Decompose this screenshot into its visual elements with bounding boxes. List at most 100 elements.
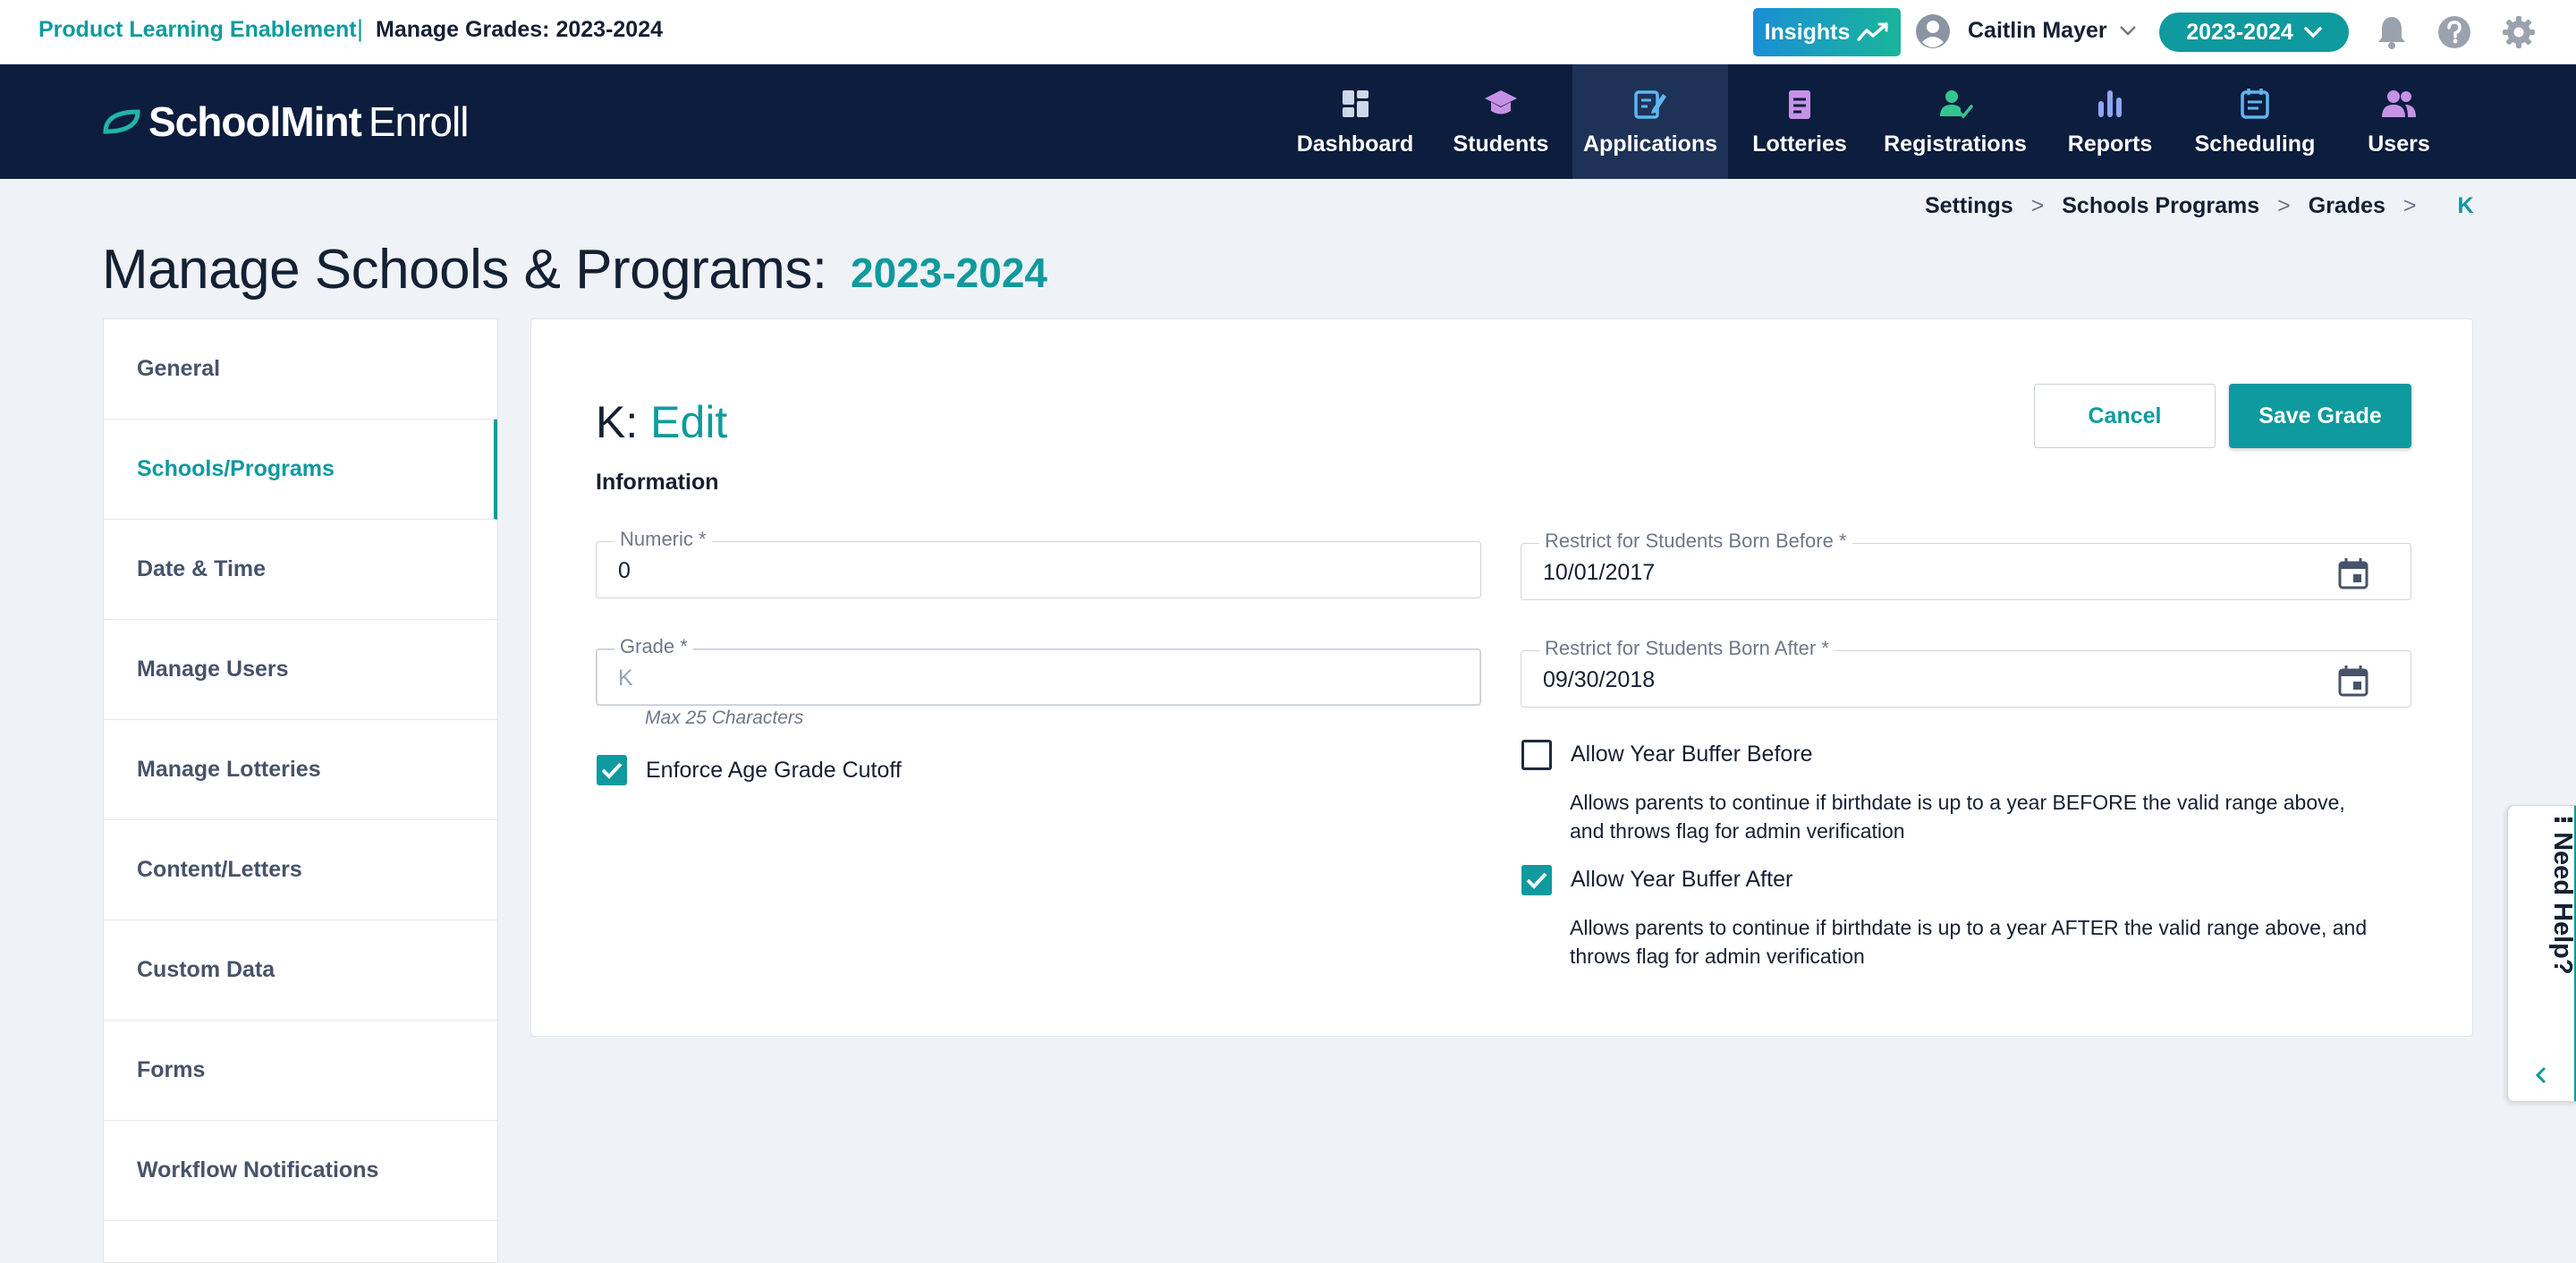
main-navigation: SchoolMint Enroll Dashboard Students App… <box>0 64 2576 179</box>
nav-dashboard[interactable]: Dashboard <box>1286 64 1424 179</box>
side-item-label: Schools/Programs <box>137 456 335 481</box>
year-buffer-before-label[interactable]: Allow Year Buffer Before <box>1571 742 1813 767</box>
cancel-button[interactable]: Cancel <box>2034 384 2216 448</box>
user-name[interactable]: Caitlin Mayer <box>1968 18 2107 44</box>
nav-label: Registrations <box>1884 131 2027 157</box>
breadcrumb-current: K <box>2457 193 2474 218</box>
year-selector[interactable]: 2023-2024 <box>2159 13 2349 52</box>
breadcrumb-schools-programs[interactable]: Schools Programs <box>2062 193 2259 219</box>
user-avatar-icon[interactable] <box>1914 13 1952 50</box>
chevron-down-icon[interactable] <box>2117 20 2139 41</box>
numeric-field[interactable]: Numeric * 0 <box>596 528 1481 598</box>
side-item-manage-users[interactable]: Manage Users <box>104 620 497 720</box>
insights-label: Insights <box>1764 19 1851 45</box>
nav-registrations[interactable]: Registrations <box>1878 64 2032 179</box>
need-help-label: ⁝ Need Help? <box>2548 815 2576 975</box>
year-selector-value: 2023-2024 <box>2186 19 2293 45</box>
dashboard-icon <box>1343 89 1368 117</box>
enforce-cutoff-checkbox[interactable] <box>597 755 627 785</box>
logo-text-bold: SchoolMint <box>148 98 362 145</box>
chevron-left-icon[interactable] <box>2531 1065 2551 1085</box>
nav-scheduling[interactable]: Scheduling <box>2188 64 2322 179</box>
side-item-label: Manage Users <box>137 657 289 682</box>
grade-field-hint: Max 25 Characters <box>645 708 804 728</box>
insights-button[interactable]: Insights <box>1753 8 1901 56</box>
notifications-bell-icon[interactable] <box>2376 14 2408 50</box>
side-item-workflow-notifications[interactable]: Workflow Notifications <box>104 1121 497 1221</box>
side-item-label: Date & Time <box>137 556 267 581</box>
settings-side-menu: General Schools/Programs Date & Time Man… <box>103 318 498 1263</box>
nav-label: Reports <box>2067 131 2153 157</box>
drag-dots-icon: ⁝ <box>2548 815 2576 833</box>
side-item-manage-lotteries[interactable]: Manage Lotteries <box>104 720 497 820</box>
side-item-label: Workflow Notifications <box>137 1157 379 1182</box>
nav-label: Applications <box>1582 131 1717 157</box>
nav-reports[interactable]: Reports <box>2054 64 2166 179</box>
user-check-icon <box>1940 89 1973 119</box>
save-grade-button[interactable]: Save Grade <box>2229 384 2411 448</box>
born-before-label: Restrict for Students Born Before * <box>1539 530 1852 553</box>
numeric-field-label: Numeric * <box>614 528 712 551</box>
top-bar: Product Learning Enablement | Manage Gra… <box>0 0 2576 64</box>
breadcrumb: Settings > Schools Programs > Grades > K <box>1925 193 2474 219</box>
year-buffer-after-checkbox[interactable] <box>1521 865 1552 895</box>
trend-line-icon <box>1857 22 1889 41</box>
nav-lotteries[interactable]: Lotteries <box>1742 64 1857 179</box>
year-buffer-before-checkbox[interactable] <box>1521 740 1552 770</box>
year-buffer-after-label[interactable]: Allow Year Buffer After <box>1571 867 1792 893</box>
born-before-date-field[interactable]: Restrict for Students Born Before * 10/0… <box>1521 530 2411 600</box>
side-item-general[interactable]: General <box>104 319 497 420</box>
numeric-field-value: 0 <box>618 558 631 583</box>
page-title-year: 2023-2024 <box>851 250 1047 296</box>
breadcrumb-settings[interactable]: Settings <box>1925 193 2013 219</box>
nav-label: Scheduling <box>2194 131 2316 157</box>
side-item-label: General <box>137 356 221 381</box>
calendar-icon[interactable] <box>2337 556 2369 590</box>
page-title: Manage Schools & Programs: <box>102 239 827 301</box>
side-item-custom-data[interactable]: Custom Data <box>104 920 497 1021</box>
edit-heading-action: Edit <box>650 397 728 447</box>
side-item-label: Content/Letters <box>137 857 302 882</box>
enforce-cutoff-label[interactable]: Enforce Age Grade Cutoff <box>646 758 902 784</box>
edit-heading-grade: K: <box>596 397 639 447</box>
born-before-value: 10/01/2017 <box>1543 560 1656 585</box>
breadcrumb-grades[interactable]: Grades <box>2309 193 2385 219</box>
side-item-schools-programs[interactable]: Schools/Programs <box>104 420 497 520</box>
need-help-tab[interactable]: ⁝ Need Help? <box>2507 805 2576 1102</box>
born-after-date-field[interactable]: Restrict for Students Born After * 09/30… <box>1521 637 2411 708</box>
page-context-title: Manage Grades: 2023-2024 <box>376 17 664 42</box>
clipboard-icon <box>1789 89 1810 119</box>
breadcrumb-separator: > <box>2402 193 2417 218</box>
born-after-label: Restrict for Students Born After * <box>1539 637 1835 660</box>
calendar-icon[interactable] <box>2337 664 2369 698</box>
side-item-content-letters[interactable]: Content/Letters <box>104 820 497 920</box>
edit-heading: K: Edit <box>596 396 727 448</box>
side-item-date-time[interactable]: Date & Time <box>104 520 497 620</box>
edit-document-icon <box>1634 89 1666 119</box>
nav-label: Users <box>2368 131 2430 157</box>
side-item-label: Manage Lotteries <box>137 757 321 782</box>
logo-text-thin: Enroll <box>368 98 470 145</box>
bar-chart-icon <box>2098 89 2122 117</box>
side-item-forms[interactable]: Forms <box>104 1021 497 1121</box>
chevron-down-icon <box>2304 27 2322 38</box>
schoolmint-enroll-logo[interactable]: SchoolMint Enroll <box>102 97 470 147</box>
nav-label: Dashboard <box>1296 131 1414 157</box>
checkmark-icon <box>601 762 623 779</box>
nav-applications[interactable]: Applications <box>1572 64 1728 179</box>
nav-users[interactable]: Users <box>2352 64 2445 179</box>
grade-field[interactable]: Grade * K <box>596 635 1481 706</box>
help-circle-icon[interactable] <box>2436 14 2472 50</box>
breadcrumb-separator: > <box>2030 193 2045 218</box>
year-buffer-after-description: Allows parents to continue if birthdate … <box>1570 916 2368 968</box>
graduation-cap-icon <box>1485 89 1517 114</box>
leaf-logo-icon <box>103 109 140 134</box>
nav-students[interactable]: Students <box>1442 64 1560 179</box>
year-buffer-before-description: Allows parents to continue if birthdate … <box>1570 791 2345 843</box>
side-item-label: Forms <box>137 1057 206 1082</box>
nav-label: Lotteries <box>1752 131 1847 157</box>
organization-link[interactable]: Product Learning Enablement <box>38 17 357 43</box>
grade-field-value: K <box>618 665 633 691</box>
born-after-value: 09/30/2018 <box>1543 667 1656 692</box>
settings-gear-icon[interactable] <box>2501 14 2537 50</box>
